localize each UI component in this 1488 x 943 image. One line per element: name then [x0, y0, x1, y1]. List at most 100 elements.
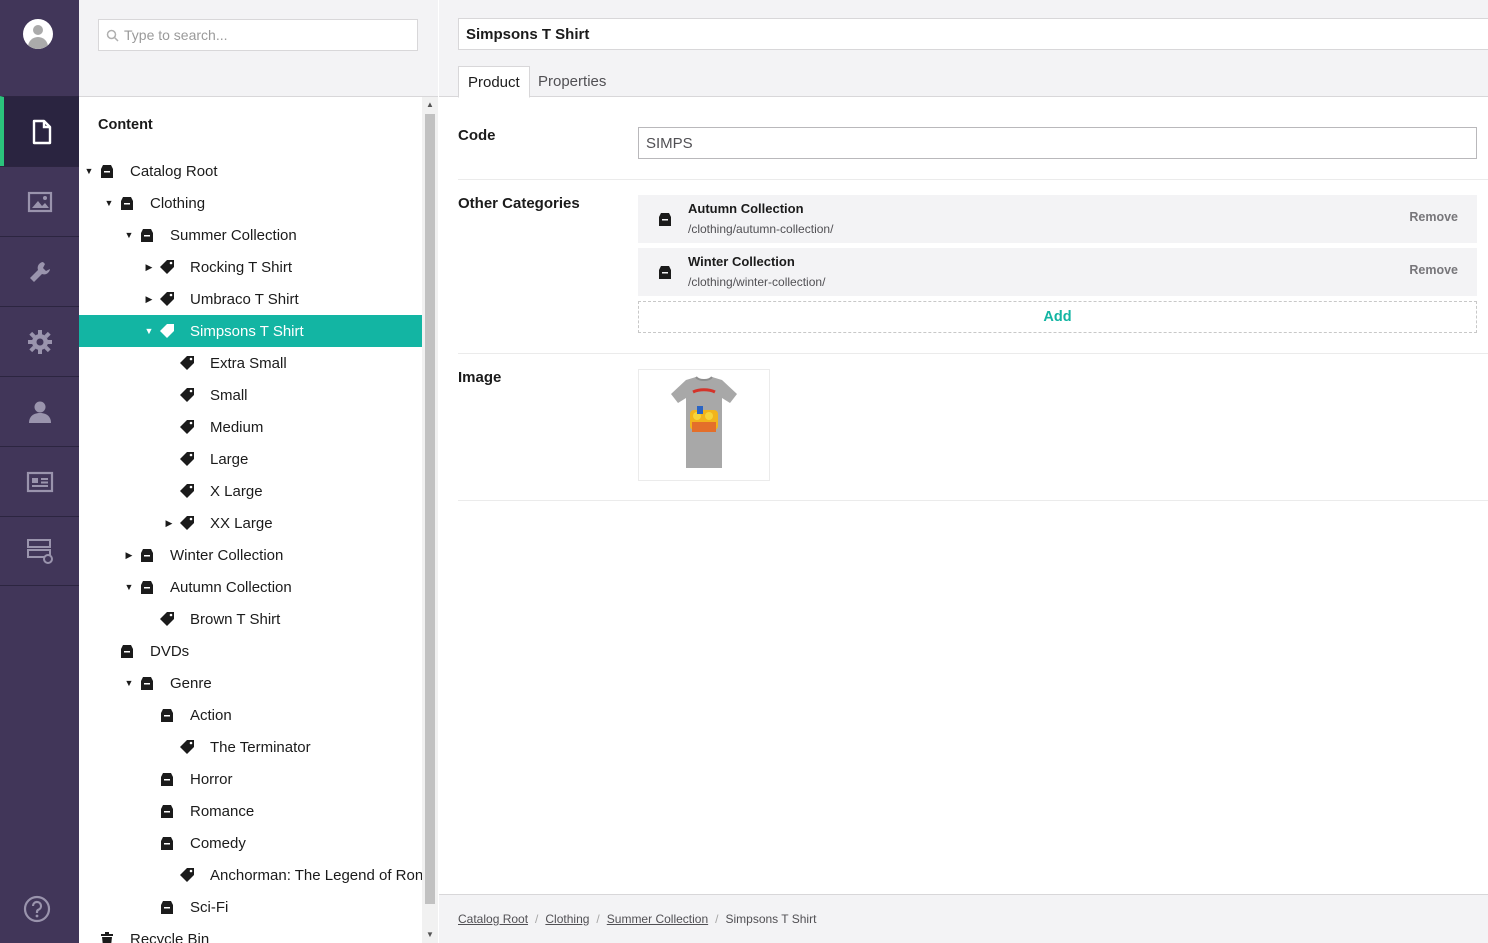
tree-search-input[interactable]: Type to search...: [98, 19, 418, 51]
tree-item[interactable]: ▼ Autumn Collection: [79, 571, 422, 603]
tree-item-label: Medium: [210, 418, 264, 436]
caret-down-icon[interactable]: ▼: [144, 326, 154, 336]
tree-item[interactable]: Action: [79, 699, 422, 731]
tree-item[interactable]: ▶ Winter Collection: [79, 539, 422, 571]
media-icon: [27, 191, 52, 212]
tree-item[interactable]: Anchorman: The Legend of Ron: [79, 859, 422, 891]
tree-scrollbar[interactable]: ▲ ▼: [422, 97, 438, 943]
caret-right-icon[interactable]: ▶: [164, 518, 174, 528]
scrollbar-thumb[interactable]: [425, 114, 435, 904]
tree-item[interactable]: Medium: [79, 411, 422, 443]
tree-item[interactable]: The Terminator: [79, 731, 422, 763]
tree-item[interactable]: Sci-Fi: [79, 891, 422, 923]
members-section-button[interactable]: [0, 446, 79, 516]
forms-icon: [26, 539, 53, 564]
tree-item-label: Clothing: [150, 194, 206, 212]
tree-item[interactable]: ▼ Simpsons T Shirt: [79, 315, 422, 347]
code-input[interactable]: SIMPS: [638, 127, 1477, 159]
folder-icon: [101, 165, 113, 178]
members-icon: [28, 401, 51, 423]
main-navigation-rail: [0, 0, 79, 943]
tab-properties[interactable]: Properties: [529, 66, 615, 97]
user-avatar[interactable]: [23, 19, 53, 49]
users-section-button[interactable]: [0, 376, 79, 446]
tree-item[interactable]: ▶ XX Large: [79, 507, 422, 539]
divider: [458, 500, 1488, 501]
help-icon: [23, 895, 51, 923]
tag-icon: [160, 612, 174, 626]
tag-icon: [180, 420, 194, 434]
tree-item[interactable]: ▶ Umbraco T Shirt: [79, 283, 422, 315]
tree-item-label: Summer Collection: [170, 226, 297, 244]
tree-item[interactable]: Romance: [79, 795, 422, 827]
tree-item[interactable]: Recycle Bin: [79, 923, 422, 943]
tag-icon: [160, 260, 174, 274]
other-categories-label: Other Categories: [458, 195, 580, 212]
developer-section-button[interactable]: [0, 306, 79, 376]
breadcrumb-link[interactable]: Catalog Root: [458, 912, 528, 926]
help-button[interactable]: [23, 895, 51, 923]
folder-icon: [161, 837, 173, 850]
breadcrumb-separator: /: [535, 912, 539, 926]
tag-icon: [180, 356, 194, 370]
folder-icon: [121, 197, 133, 210]
tree-item-label: Umbraco T Shirt: [190, 290, 299, 308]
tree-item[interactable]: ▼ Clothing: [79, 187, 422, 219]
tree-item[interactable]: ▶ Rocking T Shirt: [79, 251, 422, 283]
tree-item-label: Rocking T Shirt: [190, 258, 292, 276]
category-item: Autumn Collection /clothing/autumn-colle…: [638, 195, 1477, 243]
code-label: Code: [458, 127, 496, 144]
tree-item-label: Large: [210, 450, 249, 468]
caret-down-icon[interactable]: ▼: [84, 166, 94, 176]
media-section-button[interactable]: [0, 166, 79, 236]
tree-item[interactable]: ▼ Catalog Root: [79, 155, 422, 187]
caret-right-icon[interactable]: ▶: [124, 550, 134, 560]
scroll-up-arrow-icon[interactable]: ▲: [426, 101, 434, 109]
content-section-button[interactable]: [0, 96, 79, 166]
tag-icon: [180, 740, 194, 754]
breadcrumb-link[interactable]: Summer Collection: [607, 912, 708, 926]
caret-down-icon[interactable]: ▼: [124, 678, 134, 688]
tree-item[interactable]: Small: [79, 379, 422, 411]
tree-item[interactable]: Extra Small: [79, 347, 422, 379]
tag-icon: [180, 484, 194, 498]
folder-icon: [659, 213, 671, 226]
caret-down-icon[interactable]: ▼: [104, 198, 114, 208]
settings-section-button[interactable]: [0, 236, 79, 306]
category-item: Winter Collection /clothing/winter-colle…: [638, 248, 1477, 296]
tree-item[interactable]: X Large: [79, 475, 422, 507]
tag-icon: [180, 452, 194, 466]
scroll-down-arrow-icon[interactable]: ▼: [426, 931, 434, 939]
caret-right-icon[interactable]: ▶: [144, 294, 154, 304]
tree-item-label: Horror: [190, 770, 233, 788]
tree-item-label: Simpsons T Shirt: [190, 322, 304, 340]
tree-item[interactable]: Comedy: [79, 827, 422, 859]
caret-down-icon[interactable]: ▼: [124, 230, 134, 240]
tree-item[interactable]: Horror: [79, 763, 422, 795]
remove-category-button[interactable]: Remove: [1409, 210, 1458, 224]
tree-item[interactable]: Large: [79, 443, 422, 475]
node-name-input[interactable]: Simpsons T Shirt: [458, 18, 1488, 50]
add-category-button[interactable]: Add: [638, 301, 1477, 333]
folder-icon: [141, 549, 153, 562]
tag-icon: [160, 324, 174, 338]
divider: [458, 179, 1488, 180]
category-path: /clothing/winter-collection/: [688, 275, 826, 289]
tree-root-title: Content: [98, 117, 153, 133]
tag-icon: [180, 516, 194, 530]
folder-icon: [659, 266, 671, 279]
remove-category-button[interactable]: Remove: [1409, 263, 1458, 277]
tree-item[interactable]: Brown T Shirt: [79, 603, 422, 635]
tree-item-label: Winter Collection: [170, 546, 284, 564]
caret-down-icon[interactable]: ▼: [124, 582, 134, 592]
tree-item[interactable]: ▼ Summer Collection: [79, 219, 422, 251]
tree-item-label: Sci-Fi: [190, 898, 229, 916]
tree-item[interactable]: DVDs: [79, 635, 422, 667]
category-title: Autumn Collection: [688, 201, 804, 216]
caret-right-icon[interactable]: ▶: [144, 262, 154, 272]
product-image[interactable]: [638, 369, 770, 481]
tab-product[interactable]: Product: [458, 66, 530, 98]
forms-section-button[interactable]: [0, 516, 79, 586]
tree-item[interactable]: ▼ Genre: [79, 667, 422, 699]
breadcrumb-link[interactable]: Clothing: [545, 912, 589, 926]
